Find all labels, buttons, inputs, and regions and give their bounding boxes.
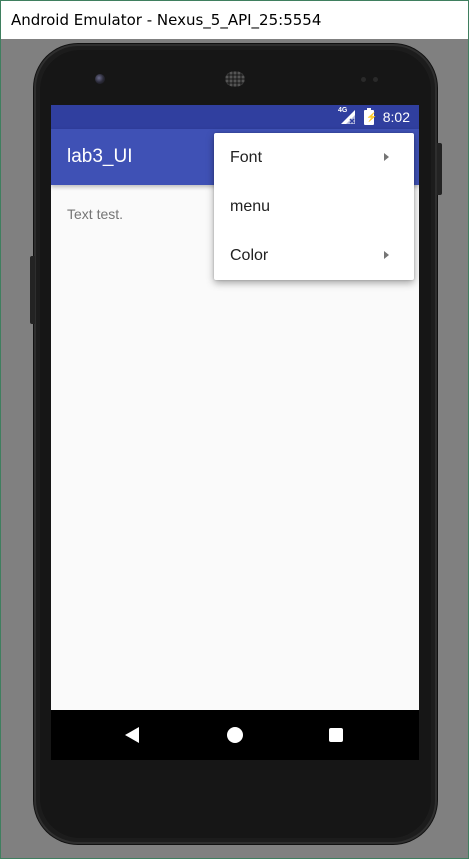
home-icon[interactable] [227, 727, 243, 743]
menu-item-label: menu [230, 198, 271, 215]
submenu-arrow-icon [384, 251, 389, 259]
recents-icon[interactable] [329, 728, 343, 742]
status-bar: 4G ⚡ 8:02 [51, 105, 419, 129]
status-time: 8:02 [382, 109, 410, 125]
light-sensor [373, 77, 378, 82]
overflow-menu: Font menu Color [214, 133, 414, 280]
front-camera-icon [95, 74, 105, 84]
menu-item-color[interactable]: Color [214, 231, 414, 280]
window-title: Android Emulator - Nexus_5_API_25:5554 [11, 11, 322, 29]
menu-item-label: Color [230, 247, 269, 264]
menu-item-label: Font [230, 149, 263, 166]
volume-button[interactable] [30, 256, 35, 324]
proximity-sensor [361, 77, 366, 82]
app-title: lab3_UI [67, 146, 133, 167]
window-title-bar[interactable]: Android Emulator - Nexus_5_API_25:5554 [1, 1, 468, 39]
emulator-window: Android Emulator - Nexus_5_API_25:5554 4… [0, 0, 469, 859]
submenu-arrow-icon [384, 153, 389, 161]
power-button[interactable] [437, 143, 442, 195]
navigation-bar [51, 710, 419, 760]
menu-item-menu[interactable]: menu [214, 182, 414, 231]
device-screen: 4G ⚡ 8:02 lab3_UI Text test. Font menu C… [51, 105, 419, 760]
menu-item-font[interactable]: Font [214, 133, 414, 182]
content-text: Text test. [67, 206, 124, 222]
signal-icon [341, 110, 355, 124]
back-icon[interactable] [125, 727, 139, 743]
battery-charging-icon: ⚡ [364, 108, 377, 125]
speaker-grille-icon [225, 71, 245, 87]
